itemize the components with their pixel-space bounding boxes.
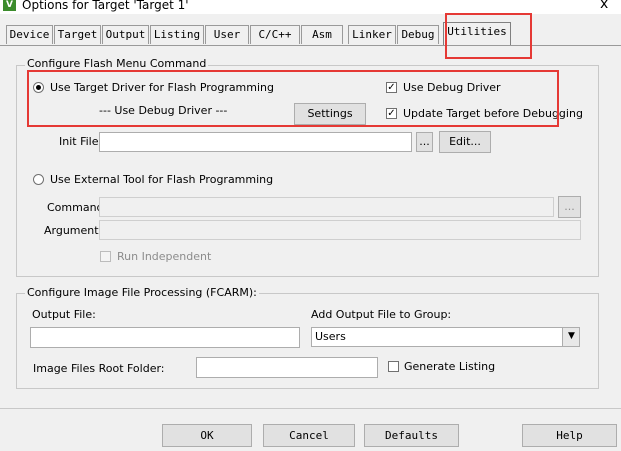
add-output-group-value: Users [315, 330, 346, 343]
tab-device[interactable]: Device [6, 25, 53, 44]
tab-output[interactable]: Output [102, 25, 149, 44]
cancel-button[interactable]: Cancel [263, 424, 355, 447]
defaults-button[interactable]: Defaults [364, 424, 459, 447]
use-debug-driver-checkbox[interactable]: ✓ [386, 82, 397, 93]
debug-driver-name: --- Use Debug Driver --- [99, 104, 228, 117]
footer-divider [0, 408, 621, 409]
add-output-group-select[interactable]: Users ▼ [311, 327, 580, 347]
tab-c-cpp[interactable]: C/C++ [250, 25, 300, 44]
tab-listing[interactable]: Listing [150, 25, 204, 44]
use-target-driver-label: Use Target Driver for Flash Programming [50, 81, 275, 94]
generate-listing-label: Generate Listing [404, 360, 496, 373]
tab-strip: Device Target Output Listing User C/C++ … [0, 22, 621, 46]
add-output-group-label: Add Output File to Group: [311, 308, 452, 321]
tab-divider [0, 45, 621, 46]
use-external-tool-label: Use External Tool for Flash Programming [50, 173, 274, 186]
app-icon: V [3, 0, 16, 11]
init-file-edit-button[interactable]: Edit... [439, 131, 491, 153]
init-file-label: Init File: [59, 135, 103, 148]
flash-menu-legend: Configure Flash Menu Command [25, 57, 209, 70]
ok-button[interactable]: OK [162, 424, 252, 447]
root-folder-label: Image Files Root Folder: [33, 362, 165, 375]
settings-button[interactable]: Settings [294, 103, 366, 125]
check-mark-icon: ✓ [387, 108, 396, 119]
check-mark-icon: ✓ [387, 82, 396, 93]
update-target-checkbox[interactable]: ✓ [386, 108, 397, 119]
use-target-driver-radio[interactable] [33, 82, 44, 93]
image-file-legend: Configure Image File Processing (FCARM): [25, 286, 259, 299]
tab-utilities[interactable]: Utilities [443, 22, 511, 45]
run-independent-label: Run Independent [117, 250, 212, 263]
window-title: Options for Target 'Target 1' [22, 0, 189, 12]
tab-debug[interactable]: Debug [397, 25, 439, 44]
update-target-label: Update Target before Debugging [403, 107, 583, 120]
tab-asm[interactable]: Asm [301, 25, 343, 44]
init-file-input[interactable] [99, 132, 412, 152]
flash-menu-group [16, 65, 599, 277]
arguments-input[interactable] [99, 220, 581, 240]
tab-target[interactable]: Target [54, 25, 101, 44]
use-debug-driver-label: Use Debug Driver [403, 81, 501, 94]
tab-linker[interactable]: Linker [348, 25, 396, 44]
command-input[interactable] [99, 197, 554, 217]
root-folder-input[interactable] [196, 357, 378, 378]
tab-user[interactable]: User [205, 25, 249, 44]
help-button[interactable]: Help [522, 424, 617, 447]
use-external-tool-radio[interactable] [33, 174, 44, 185]
command-browse-button[interactable]: ... [558, 196, 581, 218]
output-file-label: Output File: [32, 308, 96, 321]
close-icon[interactable]: x [600, 0, 608, 12]
chevron-down-icon[interactable]: ▼ [562, 328, 579, 346]
init-file-browse-button[interactable]: ... [416, 132, 433, 152]
output-file-input[interactable] [30, 327, 300, 348]
run-independent-checkbox[interactable] [100, 251, 111, 262]
generate-listing-checkbox[interactable] [388, 361, 399, 372]
